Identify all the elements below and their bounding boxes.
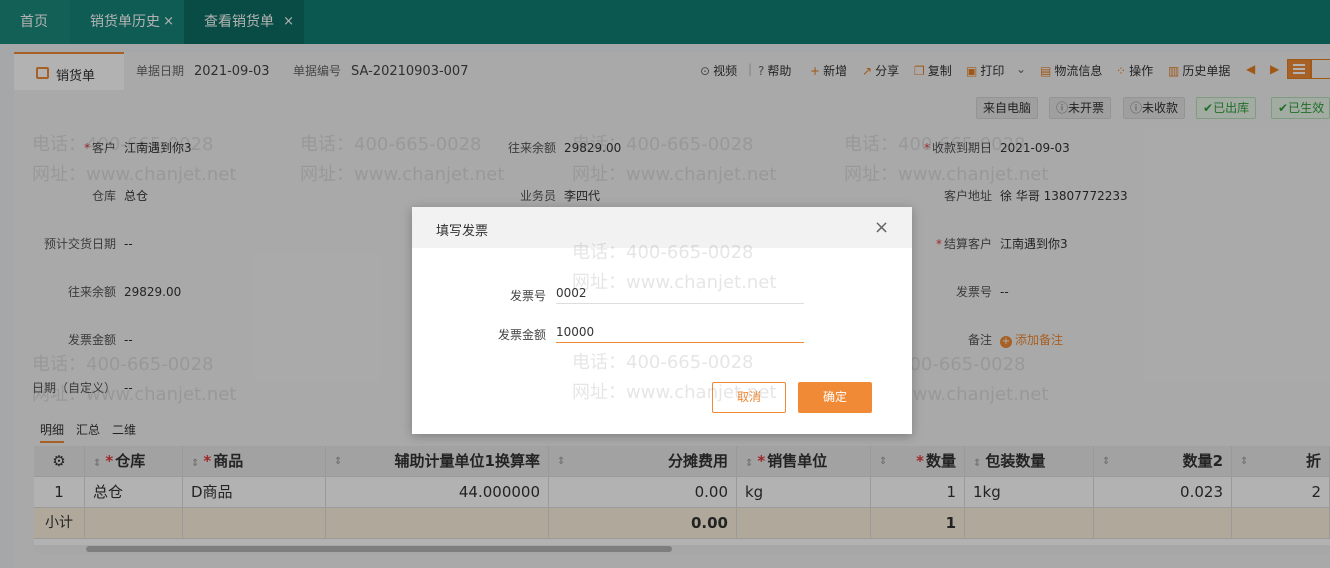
invoice-dialog: 填写发票 × 发票号 发票金额 取消 确定 电话：400-665-0028 网址…	[412, 207, 912, 434]
cancel-button[interactable]: 取消	[712, 382, 786, 413]
invoice-no-input[interactable]	[556, 282, 804, 304]
confirm-button[interactable]: 确定	[798, 382, 872, 413]
close-icon[interactable]: ×	[874, 217, 889, 238]
invoice-no-label: 发票号	[509, 289, 546, 303]
invoice-amount-label: 发票金额	[497, 328, 546, 342]
watermark-phone: 电话：400-665-0028	[572, 352, 754, 373]
dialog-title: 填写发票	[436, 224, 489, 239]
invoice-amount-input[interactable]	[556, 321, 804, 343]
